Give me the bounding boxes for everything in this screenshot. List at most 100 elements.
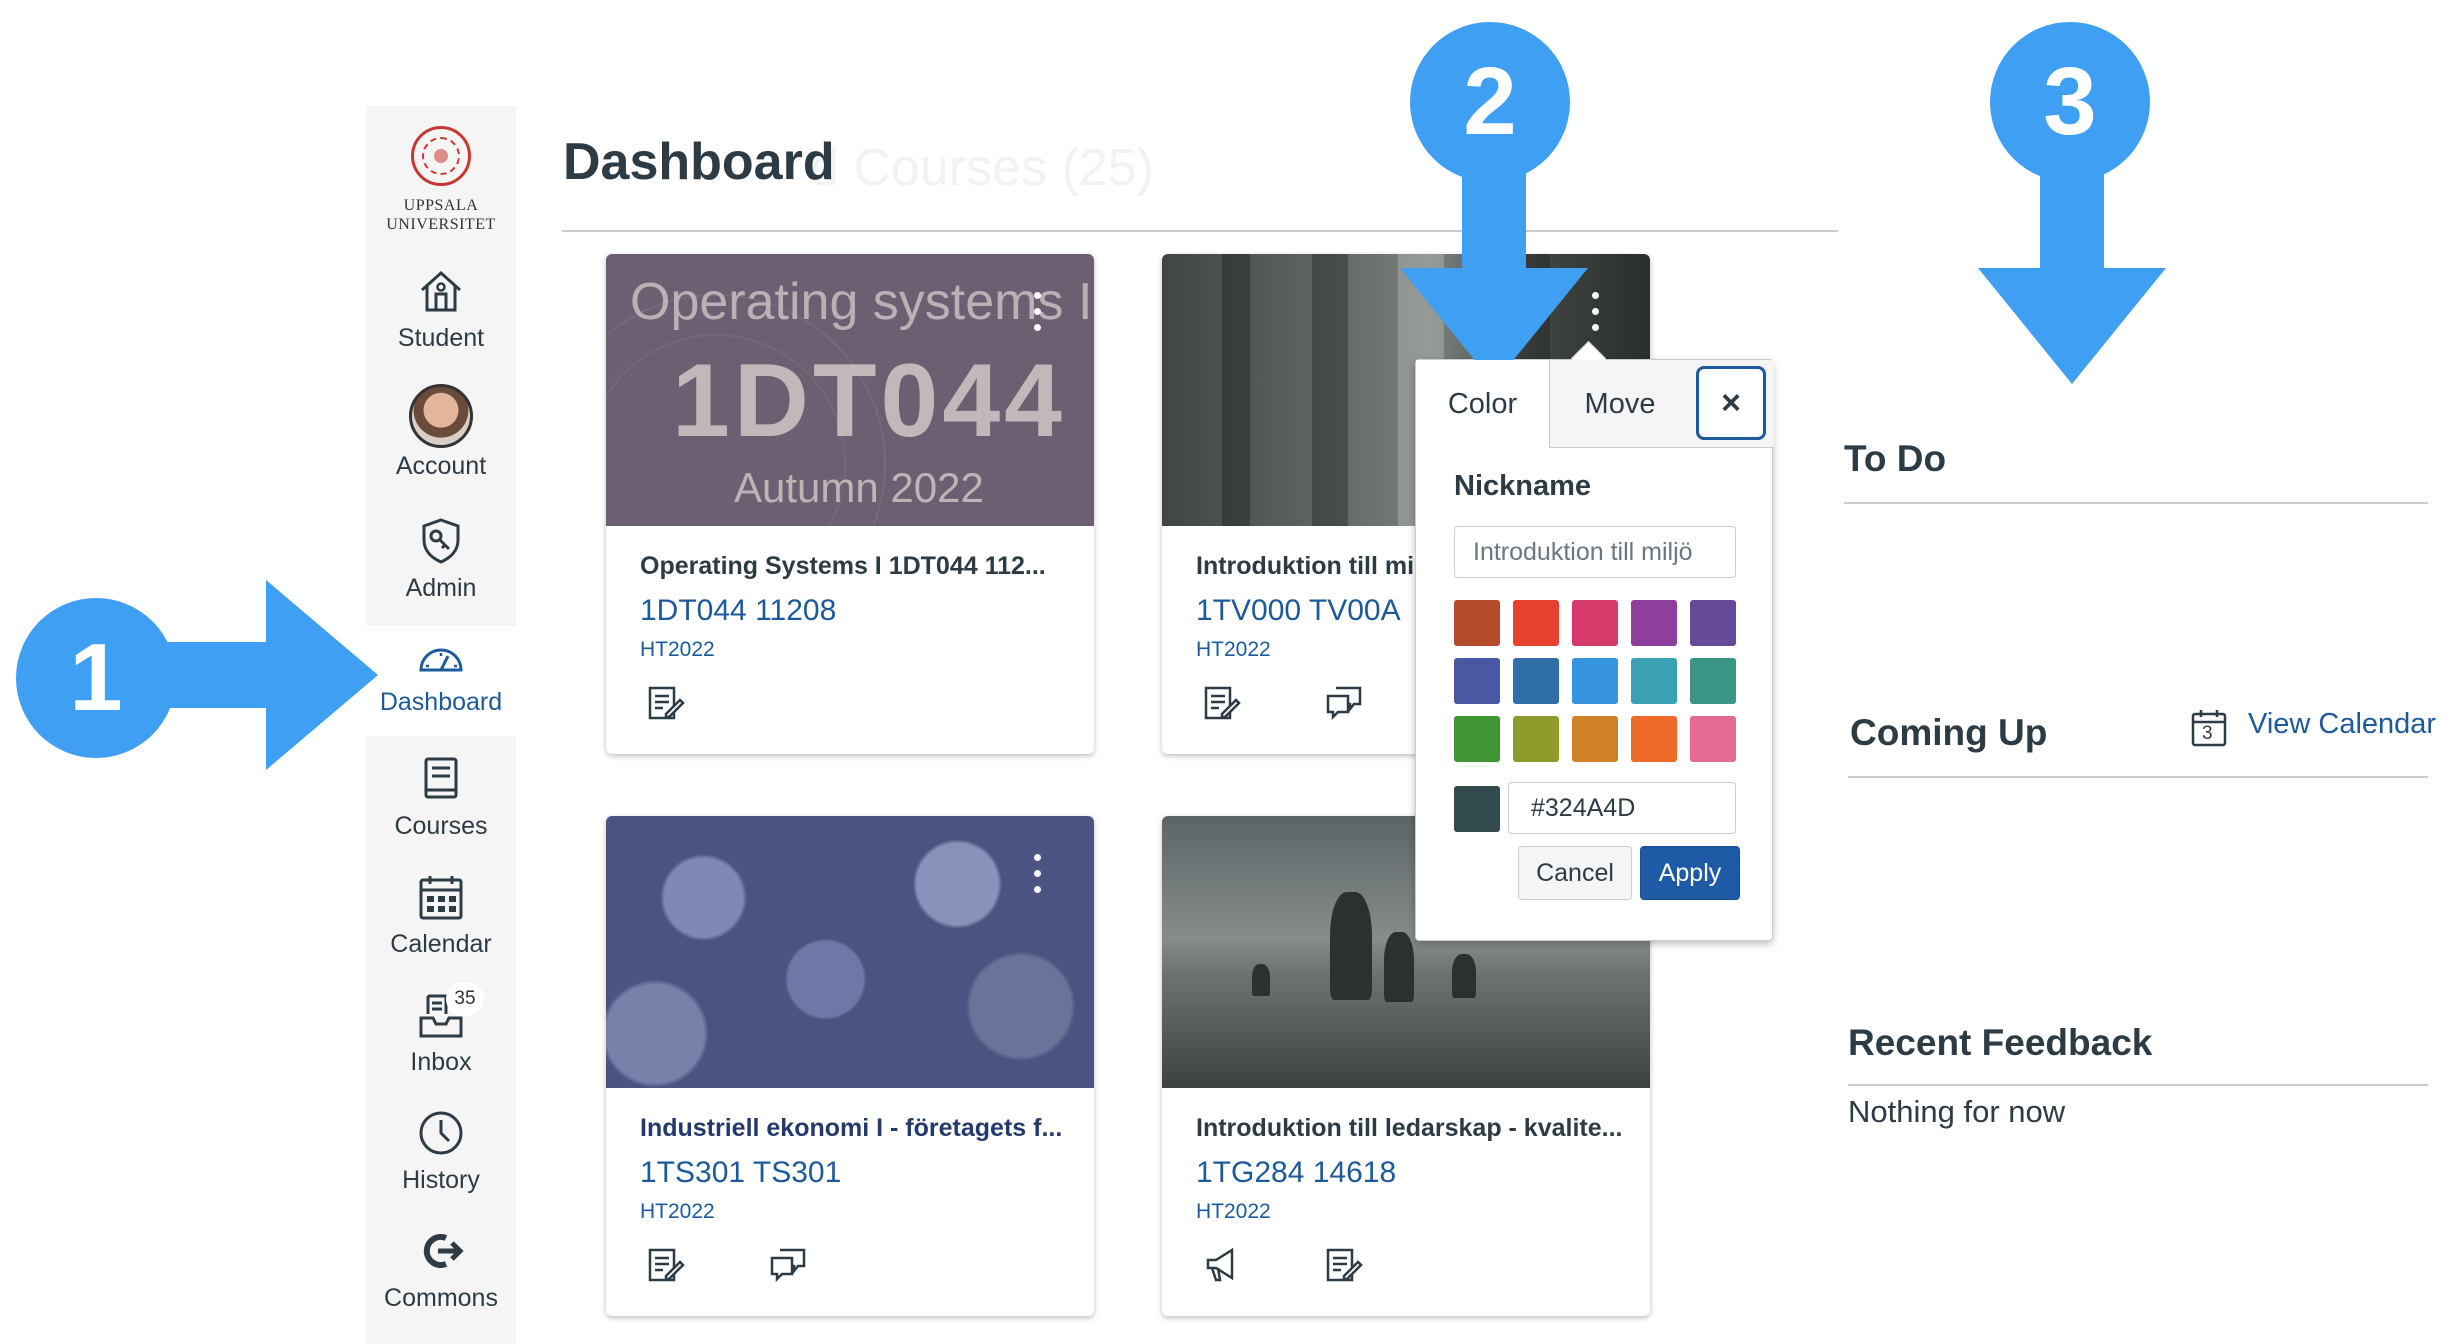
nav-label-account: Account — [395, 452, 487, 480]
card-options-icon[interactable] — [1032, 292, 1042, 338]
card-options-icon[interactable] — [1590, 292, 1600, 338]
nav-item-student[interactable]: Student — [366, 266, 516, 353]
course-card-title[interactable]: Operating Systems I 1DT044 112... — [640, 552, 1046, 581]
ghost-header-text: d Courses (25) — [810, 139, 1154, 197]
nav-item-history[interactable]: History — [366, 1108, 516, 1195]
course-card-code[interactable]: 1TS301 TS301 — [640, 1156, 841, 1190]
color-swatch[interactable] — [1513, 600, 1559, 646]
course-card-code[interactable]: 1DT044 11208 — [640, 594, 836, 628]
view-calendar-label[interactable]: View Calendar — [2248, 708, 2436, 741]
color-swatch[interactable] — [1454, 600, 1500, 646]
hex-color-input[interactable] — [1508, 782, 1736, 834]
todo-divider — [1844, 502, 2428, 504]
nav-label-courses: Courses — [394, 812, 488, 840]
inbox-icon: 35 — [416, 982, 484, 1040]
nav-label-dashboard: Dashboard — [379, 688, 503, 716]
course-card-term: HT2022 — [640, 1200, 715, 1223]
avatar — [409, 384, 473, 448]
annotation-marker-1: 1 — [16, 598, 176, 758]
course-card-term: HT2022 — [640, 638, 715, 661]
inbox-unread-badge: 35 — [446, 982, 484, 1016]
annotation-marker-2: 2 — [1410, 22, 1570, 182]
course-card-hero[interactable] — [606, 816, 1094, 1088]
nav-label-student: Student — [397, 324, 485, 352]
color-swatch[interactable] — [1572, 658, 1618, 704]
discussions-icon[interactable] — [768, 1244, 810, 1286]
course-card-hero[interactable]: Operating systems I 1DT044 Autumn 2022 — [606, 254, 1094, 634]
apply-button[interactable]: Apply — [1640, 846, 1740, 900]
tab-color[interactable]: Color — [1416, 360, 1550, 448]
nav-item-commons[interactable]: Commons — [366, 1226, 516, 1313]
nav-item-account[interactable]: Account — [366, 384, 516, 481]
nav-label-calendar: Calendar — [390, 930, 492, 958]
todo-title: To Do — [1844, 438, 1947, 479]
clock-icon — [416, 1108, 466, 1158]
nav-label-commons: Commons — [384, 1284, 498, 1312]
header-divider — [562, 230, 1838, 232]
course-card-title[interactable]: Introduktion till ledarskap - kvalite... — [1196, 1114, 1622, 1143]
cancel-button[interactable]: Cancel — [1518, 846, 1632, 900]
hex-color-preview — [1454, 786, 1500, 832]
commons-icon — [416, 1226, 466, 1276]
announcements-icon[interactable] — [1202, 1244, 1244, 1286]
assignments-icon[interactable] — [646, 1244, 688, 1286]
nickname-label: Nickname — [1454, 470, 1592, 502]
nav-label-admin: Admin — [405, 574, 477, 602]
card-options-icon[interactable] — [1032, 854, 1042, 900]
course-card-title[interactable]: Industriell ekonomi I - företagets f... — [640, 1114, 1062, 1143]
color-swatch[interactable] — [1631, 716, 1677, 762]
color-swatch[interactable] — [1572, 716, 1618, 762]
coming-up-divider — [1848, 776, 2428, 778]
nickname-input[interactable] — [1454, 526, 1736, 578]
color-swatch[interactable] — [1572, 600, 1618, 646]
course-card-title[interactable]: Introduktion till mi — [1196, 552, 1414, 581]
color-swatch[interactable] — [1631, 600, 1677, 646]
global-navigation: UPPSALA UNIVERSITET Student Account Admi… — [366, 106, 516, 1344]
nav-label-history: History — [402, 1166, 480, 1194]
shield-key-icon — [416, 516, 466, 566]
assignments-icon[interactable] — [1324, 1244, 1366, 1286]
university-seal-icon — [411, 126, 471, 186]
color-swatch[interactable] — [1513, 716, 1559, 762]
annotation-arrow-right-icon — [150, 580, 378, 770]
nav-label-inbox: Inbox — [410, 1048, 472, 1076]
color-swatch[interactable] — [1690, 658, 1736, 704]
book-icon — [416, 754, 466, 804]
hero-text-line1: Operating systems I — [630, 273, 1093, 331]
nav-item-admin[interactable]: Admin — [366, 516, 516, 603]
page-title: Dashboard — [563, 133, 835, 191]
course-card-term: HT2022 — [1196, 638, 1271, 661]
course-card-term: HT2022 — [1196, 1200, 1271, 1223]
assignments-icon[interactable] — [1202, 682, 1244, 724]
color-swatch[interactable] — [1631, 658, 1677, 704]
logo-name-line1: UPPSALA — [403, 197, 479, 214]
course-card-code[interactable]: 1TV000 TV00A — [1196, 594, 1401, 628]
speedometer-icon — [416, 636, 466, 686]
course-card[interactable]: Operating systems I 1DT044 Autumn 2022 O… — [606, 254, 1094, 754]
color-swatch[interactable] — [1690, 716, 1736, 762]
course-card[interactable]: Industriell ekonomi I - företagets f... … — [606, 816, 1094, 1316]
color-swatch[interactable] — [1454, 658, 1500, 704]
course-card-code[interactable]: 1TG284 14618 — [1196, 1156, 1396, 1190]
nav-item-dashboard[interactable]: Dashboard — [366, 626, 516, 736]
recent-feedback-title: Recent Feedback — [1848, 1022, 2153, 1063]
discussions-icon[interactable] — [1324, 682, 1366, 724]
nav-item-courses[interactable]: Courses — [366, 754, 516, 841]
assignments-icon[interactable] — [646, 682, 688, 724]
color-swatch[interactable] — [1513, 658, 1559, 704]
home-icon — [416, 266, 466, 316]
calendar-day-number: 3 — [2202, 723, 2213, 744]
card-options-popover: Color Move × Nickname Cancel Apply — [1415, 359, 1774, 941]
hero-text-line2: 1DT044 — [672, 343, 1066, 459]
nav-item-inbox[interactable]: 35 Inbox — [366, 982, 516, 1077]
color-swatch[interactable] — [1454, 716, 1500, 762]
close-button[interactable]: × — [1696, 366, 1766, 440]
recent-feedback-empty: Nothing for now — [1848, 1094, 2066, 1129]
color-swatch[interactable] — [1690, 600, 1736, 646]
hero-text-line3: Autumn 2022 — [734, 464, 984, 511]
recent-feedback-divider — [1848, 1084, 2428, 1086]
calendar-icon — [416, 872, 466, 922]
nav-item-calendar[interactable]: Calendar — [366, 872, 516, 959]
annotation-arrow-down-icon — [1400, 150, 1588, 384]
university-logo[interactable]: UPPSALA UNIVERSITET — [366, 126, 516, 234]
